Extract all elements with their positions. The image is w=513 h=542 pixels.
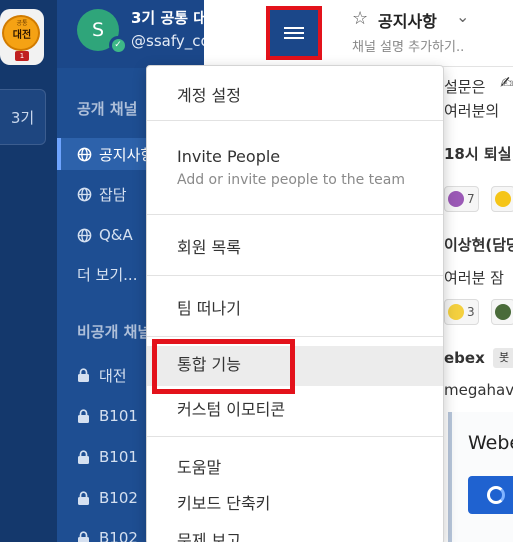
pikachu-emoji-icon [448,304,464,320]
team-name[interactable]: 3기 공통 대전 1반 [131,7,204,28]
bot-tag: 봇 [493,348,513,368]
sidebar-header: S ✓ 3기 공통 대전 1반 @ssafy_coach_20 [57,0,204,68]
character-emoji-icon [495,304,511,320]
team-username[interactable]: @ssafy_coach_20 [131,32,204,50]
lock-icon [77,449,99,465]
globe-icon [77,187,99,202]
menu-item-label: Invite People [177,147,281,166]
menu-item-members[interactable]: 회원 목록 [147,234,443,258]
person-emoji-icon [448,191,464,207]
main-menu-button[interactable] [266,6,322,60]
webex-card-title: Webe [468,432,513,454]
reaction-button[interactable]: 7 [444,186,479,212]
message-link[interactable]: megahav [444,381,513,399]
menu-item-custom-emoji[interactable]: 커스텀 이모티콘 [147,396,443,420]
menu-item-keyboard-shortcuts[interactable]: 키보드 단축키 [147,490,443,514]
team-menu-dropdown: 계정 설정 Invite People Add or invite people… [146,65,444,542]
sidebar-item-label: B101 [99,448,138,466]
webex-join-button[interactable] [468,476,513,514]
menu-divider [147,120,443,121]
menu-item-description: Add or invite people to the team [177,172,405,188]
menu-item-invite-people[interactable]: Invite People Add or invite people to th… [147,147,443,188]
team-rail: 공통 대전 1 3기 [0,0,57,542]
webex-card: Webe [448,412,513,542]
sidebar-item-label: 대전 [99,366,127,385]
smile-emoji-icon [495,191,511,207]
reaction-button[interactable] [491,186,513,212]
more-channels-link[interactable]: 더 보기... [77,264,137,285]
public-channels-heading[interactable]: 공개 채널 [77,98,137,119]
menu-item-account-settings[interactable]: 계정 설정 [147,82,443,106]
webex-logo-icon [487,486,505,504]
bot-name[interactable]: ebex [444,349,485,367]
post-title: 18시 퇴실 [444,145,512,163]
post-author[interactable]: 이상현(담당 [444,234,513,255]
pencil-emoji-icon: ✍ [500,73,513,92]
sidebar-item-label: B101 [99,407,138,425]
menu-item-leave-team[interactable]: 팀 떠나기 [147,295,443,319]
sidebar-item-label: 잡담 [99,185,127,204]
sidebar-item-label: B102 [99,529,138,542]
team-logo[interactable]: 공통 대전 1 [0,9,44,65]
team-logo-badge: 1 [15,51,29,61]
chevron-down-icon[interactable]: ⌄ [456,7,469,26]
reaction-count: 3 [467,305,475,319]
message-text: 설문은 [444,78,486,96]
private-channels-heading[interactable]: 비공개 채널 [77,321,151,342]
reaction-button[interactable] [491,299,513,325]
favorite-star-icon[interactable]: ☆ [352,8,368,29]
menu-item-report-problem[interactable]: 문제 보고 [147,527,443,542]
lock-icon [77,490,99,506]
menu-divider [147,214,443,215]
reaction-count: 7 [467,192,475,206]
message-text: 여러분의 [444,102,500,120]
globe-icon [77,147,99,162]
team-logo-name: 대전 [12,30,32,41]
channel-description[interactable]: 채널 설명 추가하기.. [352,36,464,55]
globe-icon [77,228,99,243]
message-text: 여러분 잠 [444,269,504,287]
menu-divider [147,275,443,276]
sidebar-item-label: Q&A [99,226,133,244]
menu-divider [147,436,443,437]
menu-divider [147,336,443,337]
highlight-box [152,339,295,394]
lock-icon [77,408,99,424]
reaction-button[interactable]: 3 [444,299,479,325]
sidebar-item-label: B102 [99,489,138,507]
lock-icon [77,367,99,383]
hamburger-icon [284,27,304,29]
status-icon: ✓ [109,36,127,54]
menu-item-help[interactable]: 도움말 [147,454,443,478]
channel-title[interactable]: 공지사항 [378,8,437,32]
lock-icon [77,530,99,542]
team-tile-3gi[interactable]: 3기 [0,89,46,145]
